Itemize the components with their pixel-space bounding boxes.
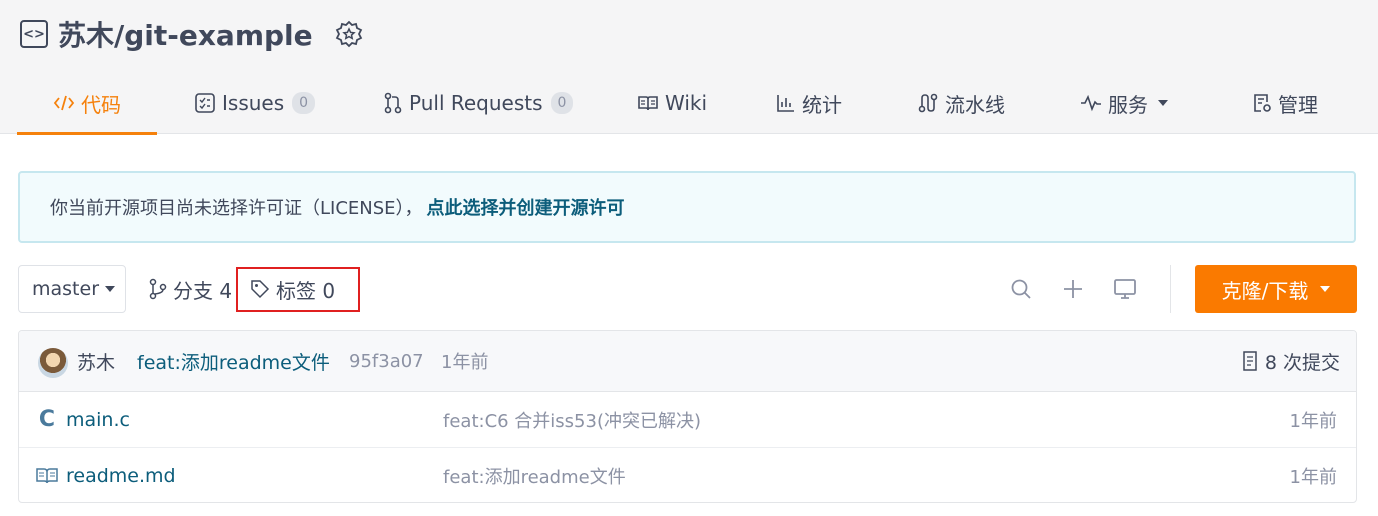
wiki-icon [637,93,659,113]
file-row[interactable]: readme.md feat:添加readme文件 1年前 [19,448,1356,502]
tab-stats[interactable]: 统计 [776,72,842,134]
file-time: 1年前 [1289,410,1337,432]
file-name[interactable]: main.c [66,409,130,431]
tab-pull-requests[interactable]: Pull Requests 0 [383,72,574,134]
activity-icon [1080,94,1102,112]
branch-select[interactable]: master [18,265,126,313]
branch-select-value: master [32,278,100,300]
file-commit-message[interactable]: feat:C6 合并iss53(冲突已解决) [443,407,701,433]
tab-label: Pull Requests [409,91,543,115]
commit-author[interactable]: 苏木 [77,348,115,375]
pr-count-badge: 0 [550,92,574,114]
tab-label: 代码 [81,92,121,117]
search-icon[interactable] [1009,277,1033,301]
latest-commit-row: 苏木 feat:添加readme文件 95f3a07 1年前 8 次提交 [19,331,1356,392]
file-time: 1年前 [1289,467,1337,488]
commit-count-link[interactable]: 8 次提交 [1241,348,1340,375]
tab-services[interactable]: 服务 [1080,72,1168,134]
c-file-icon: C [38,407,56,432]
pipeline-icon [917,92,939,114]
repo-tabs: 代码 Issues 0 Pull Requests 0 Wiki 统计 流水线 … [0,72,1378,135]
file-name[interactable]: readme.md [66,465,176,487]
commits-doc-icon [1241,350,1259,372]
repo-header: <> 苏木/git-example 代码 Issues 0 Pull Reque… [0,0,1378,135]
repo-title: <> 苏木/git-example [20,14,363,54]
tab-wiki[interactable]: Wiki [637,72,707,134]
license-notice: 你当前开源项目尚未选择许可证（LICENSE）， 点此选择并创建开源许可 [18,171,1356,243]
clone-download-button[interactable]: 克隆/下载 [1195,265,1357,313]
branches-count: 分支 4 [173,278,233,303]
branches-link[interactable]: 分支 4 [149,265,232,313]
create-license-link[interactable]: 点此选择并创建开源许可 [427,194,625,220]
issues-count-badge: 0 [292,92,316,114]
issues-icon [194,92,216,114]
license-notice-text: 你当前开源项目尚未选择许可证（LICENSE）， [50,198,423,219]
stats-icon [776,93,796,113]
commit-count: 8 次提交 [1264,351,1340,374]
commit-message[interactable]: feat:添加readme文件 [137,348,330,375]
book-icon [36,464,58,488]
pull-request-icon [383,92,403,114]
tab-label: 管理 [1278,92,1318,117]
repo-name[interactable]: 苏木/git-example [58,14,313,54]
tab-label: 服务 [1108,92,1148,117]
tab-issues[interactable]: Issues 0 [194,72,316,134]
chevron-down-icon [105,286,116,292]
file-list: 苏木 feat:添加readme文件 95f3a07 1年前 8 次提交 C m… [18,330,1357,503]
tab-label: 流水线 [945,92,1005,117]
branch-icon [149,278,167,300]
file-row[interactable]: C main.c feat:C6 合并iss53(冲突已解决) 1年前 [19,392,1356,448]
web-ide-icon[interactable] [1113,277,1137,301]
commit-time: 1年前 [441,352,489,373]
toolbar-divider [1170,265,1171,313]
commit-sha[interactable]: 95f3a07 [349,351,424,372]
repo-code-icon: <> [20,20,48,48]
chevron-down-icon [1158,100,1168,106]
tab-label: 统计 [802,92,842,117]
code-icon [53,93,75,113]
settings-doc-icon [1252,92,1272,114]
add-icon[interactable] [1061,277,1085,301]
tags-highlight-box [236,267,360,312]
repo-toolbar: master 分支 4 标签 0 克隆/下载 [18,265,1358,313]
tab-pipeline[interactable]: 流水线 [917,72,1005,134]
tab-label: Wiki [665,91,708,115]
avatar[interactable] [38,348,68,378]
clone-download-label: 克隆/下载 [1221,278,1309,303]
tab-label: Issues [222,91,285,115]
file-commit-message[interactable]: feat:添加readme文件 [443,463,626,489]
recommend-badge-icon[interactable] [335,20,363,48]
tab-code[interactable]: 代码 [17,72,157,135]
chevron-down-icon [1320,286,1331,292]
tab-manage[interactable]: 管理 [1252,72,1318,134]
